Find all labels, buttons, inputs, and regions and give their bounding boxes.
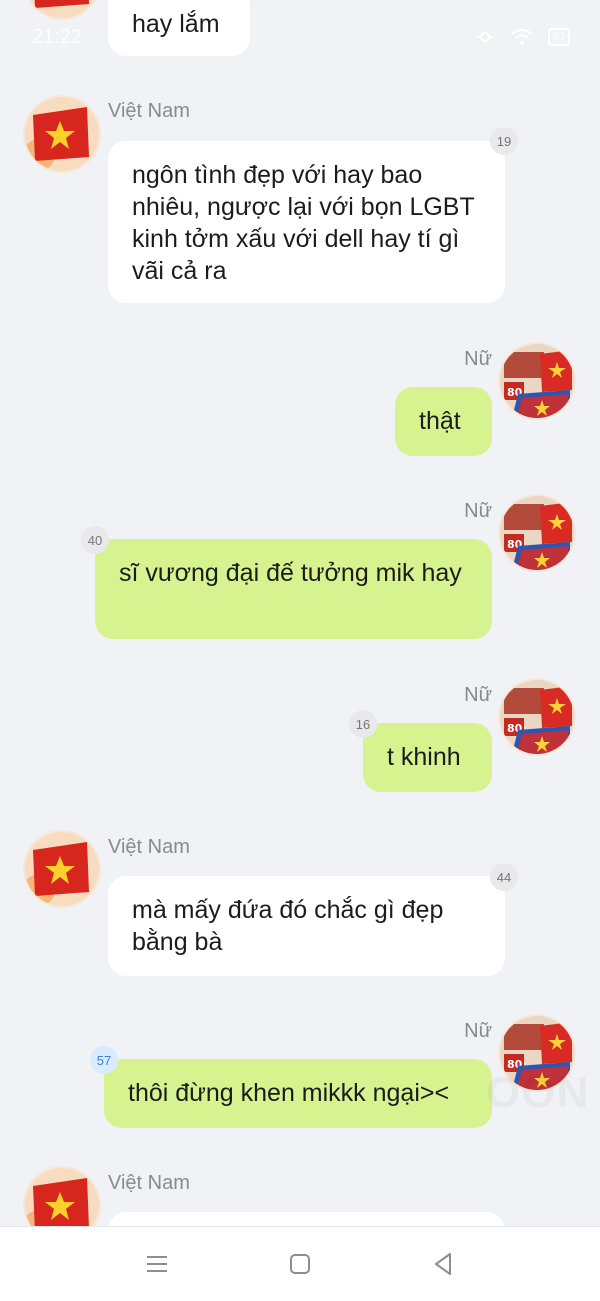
signal-icon	[474, 29, 496, 45]
reaction-count: 16	[349, 710, 377, 738]
status-bar: 21:22 53	[0, 0, 600, 76]
system-nav-bar	[0, 1226, 600, 1301]
battery-icon: 53	[547, 28, 570, 46]
message-text: ngôn tình đẹp với hay bao nhiêu, ngược l…	[132, 161, 475, 285]
reaction-count: 40	[81, 526, 109, 554]
message-bubble[interactable]: sĩ vương đại đế tưởng mik hay	[95, 539, 492, 639]
sender-name: Việt Nam	[108, 836, 190, 858]
chat-thread[interactable]: hay lắm Việt Nam ngôn tình đẹp với hay b…	[0, 0, 600, 1226]
message-text: t khinh	[387, 743, 461, 771]
sender-name: Việt Nam	[108, 100, 190, 122]
menu-icon[interactable]	[142, 1249, 172, 1279]
message-text: sĩ vương đại đế tưởng mik hay	[119, 559, 462, 587]
watermark: OON	[486, 1068, 589, 1118]
reaction-count: 44	[490, 863, 518, 891]
message-bubble[interactable]: thật	[395, 387, 492, 456]
message-text: thôi đừng khen mikkk ngại><	[128, 1079, 450, 1107]
status-icons: 53	[474, 28, 570, 46]
status-time: 21:22	[32, 26, 83, 48]
home-icon[interactable]	[285, 1249, 315, 1279]
message-bubble[interactable]	[108, 1212, 505, 1226]
wifi-icon	[510, 28, 534, 46]
sender-name: Nữ	[464, 684, 492, 706]
message-text: thật	[419, 407, 461, 435]
avatar-vietnam-80[interactable]: 80	[500, 344, 574, 418]
avatar-vietnam-80[interactable]: 80	[500, 680, 574, 754]
sender-name: Nữ	[464, 348, 492, 370]
message-bubble[interactable]: thôi đừng khen mikkk ngại><	[104, 1059, 492, 1128]
sender-name: Nữ	[464, 500, 492, 522]
battery-level: 53	[552, 31, 565, 43]
message-bubble[interactable]: t khinh	[363, 723, 492, 792]
sender-name: Nữ	[464, 1020, 492, 1042]
avatar-vietnam-flag[interactable]	[25, 1168, 99, 1226]
avatar-vietnam-80[interactable]: 80	[500, 496, 574, 570]
back-icon[interactable]	[428, 1249, 458, 1279]
message-text: mà mấy đứa đó chắc gì đẹp bằng bà	[132, 896, 444, 956]
reaction-count: 57	[90, 1046, 118, 1074]
message-bubble[interactable]: ngôn tình đẹp với hay bao nhiêu, ngược l…	[108, 141, 505, 303]
message-bubble[interactable]: mà mấy đứa đó chắc gì đẹp bằng bà	[108, 876, 505, 976]
avatar-vietnam-flag[interactable]	[25, 832, 99, 906]
sender-name: Việt Nam	[108, 1172, 190, 1194]
reaction-count: 19	[490, 127, 518, 155]
avatar-vietnam-flag[interactable]	[25, 97, 99, 171]
